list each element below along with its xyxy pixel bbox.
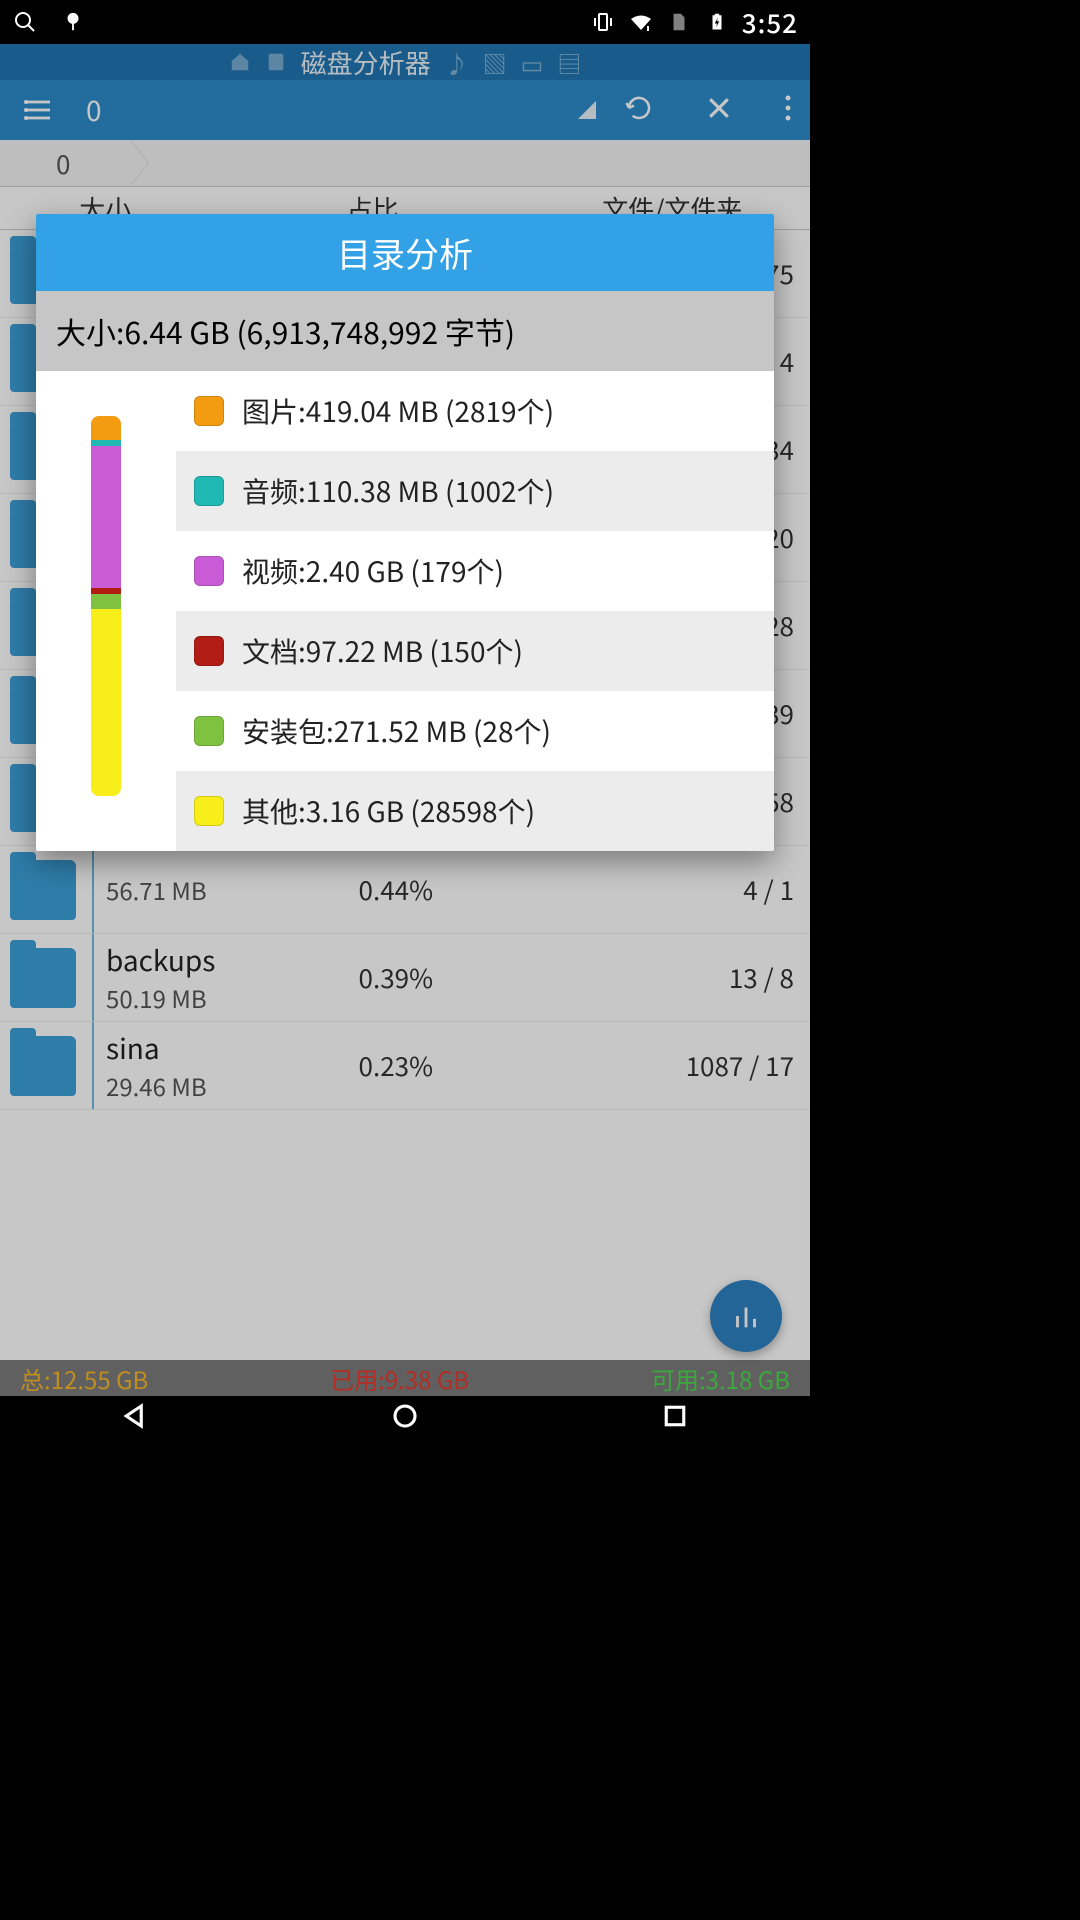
color-swatch — [194, 556, 224, 586]
status-bar: 3:52 — [0, 0, 810, 44]
vibrate-icon — [590, 9, 616, 35]
category-row[interactable]: 文档:97.22 MB (150个) — [176, 611, 774, 691]
category-text: 其他:3.16 GB (28598个) — [242, 791, 535, 831]
color-swatch — [194, 396, 224, 426]
system-nav-bar — [0, 1396, 810, 1440]
category-text: 文档:97.22 MB (150个) — [242, 631, 523, 671]
search-icon — [12, 9, 38, 35]
directory-analysis-dialog: 目录分析 大小:6.44 GB (6,913,748,992 字节) 图片:41… — [36, 214, 774, 851]
color-swatch — [194, 476, 224, 506]
status-clock: 3:52 — [742, 4, 798, 41]
category-text: 视频:2.40 GB (179个) — [242, 551, 504, 591]
no-sim-icon — [666, 9, 692, 35]
android-icon — [60, 9, 86, 35]
bar-segment — [91, 609, 121, 796]
category-row[interactable]: 音频:110.38 MB (1002个) — [176, 451, 774, 531]
category-row[interactable]: 其他:3.16 GB (28598个) — [176, 771, 774, 851]
battery-charging-icon — [704, 9, 730, 35]
category-row[interactable]: 图片:419.04 MB (2819个) — [176, 371, 774, 451]
recents-button[interactable] — [660, 1401, 690, 1436]
category-row[interactable]: 安装包:271.52 MB (28个) — [176, 691, 774, 771]
dialog-title: 目录分析 — [36, 214, 774, 291]
category-list: 图片:419.04 MB (2819个) 音频:110.38 MB (1002个)… — [176, 371, 774, 851]
back-button[interactable] — [120, 1401, 150, 1436]
category-text: 图片:419.04 MB (2819个) — [242, 391, 554, 431]
color-swatch — [194, 796, 224, 826]
category-text: 音频:110.38 MB (1002个) — [242, 471, 554, 511]
bar-segment — [91, 416, 121, 440]
wifi-icon — [628, 9, 654, 35]
bar-segment — [91, 446, 121, 588]
category-text: 安装包:271.52 MB (28个) — [242, 711, 551, 751]
home-button[interactable] — [390, 1401, 420, 1436]
color-swatch — [194, 716, 224, 746]
dialog-total-size: 大小:6.44 GB (6,913,748,992 字节) — [36, 291, 774, 371]
bar-segment — [91, 594, 121, 610]
color-swatch — [194, 636, 224, 666]
stacked-bar-chart — [36, 371, 176, 851]
category-row[interactable]: 视频:2.40 GB (179个) — [176, 531, 774, 611]
